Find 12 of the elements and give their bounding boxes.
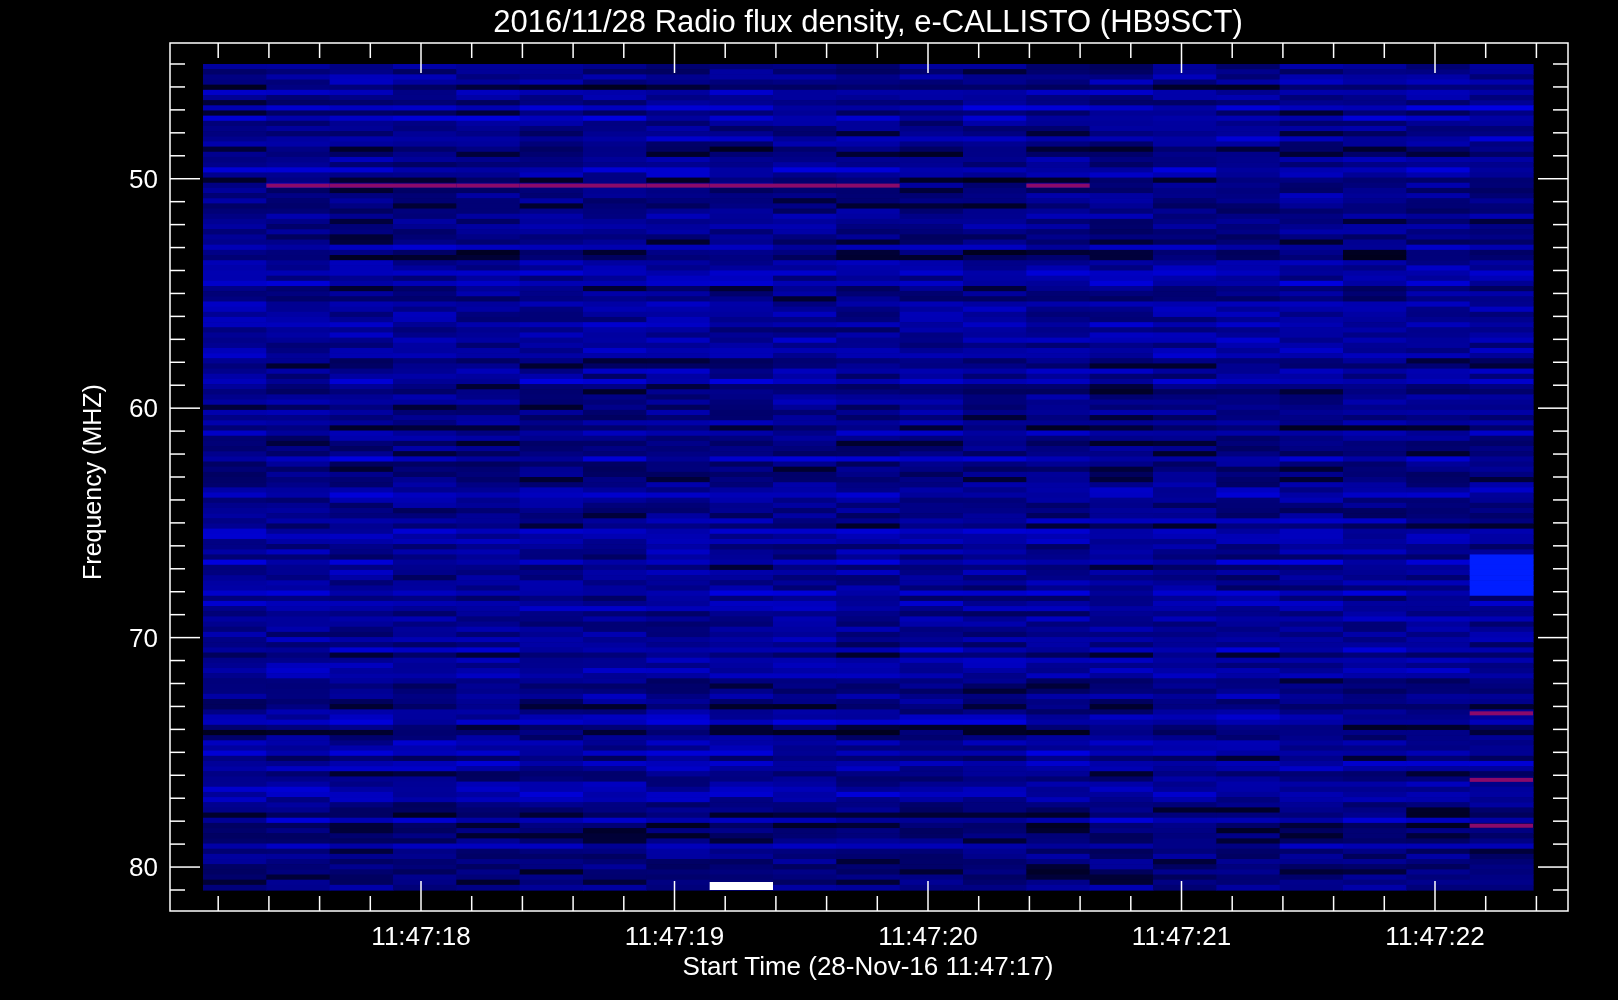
tick-label: 11:47:21	[1131, 921, 1232, 951]
tick-label: 11:47:20	[878, 921, 978, 951]
x-axis-label: Start Time (28-Nov-16 11:47:17)	[682, 951, 1054, 981]
tick-label: 50	[129, 163, 158, 194]
tick-label: 11:47:18	[371, 921, 471, 951]
tick-label: 11:47:22	[1385, 921, 1485, 951]
y-axis-label: Frequency (MHZ)	[78, 384, 106, 580]
chart-title: 2016/11/28 Radio flux density, e-CALLISTO (HB9SCT)	[493, 4, 1243, 39]
tick-label: 80	[129, 852, 158, 883]
tick-label: 70	[129, 622, 158, 653]
tick-label: 11:47:19	[624, 921, 725, 951]
tick-label: 60	[129, 393, 158, 424]
